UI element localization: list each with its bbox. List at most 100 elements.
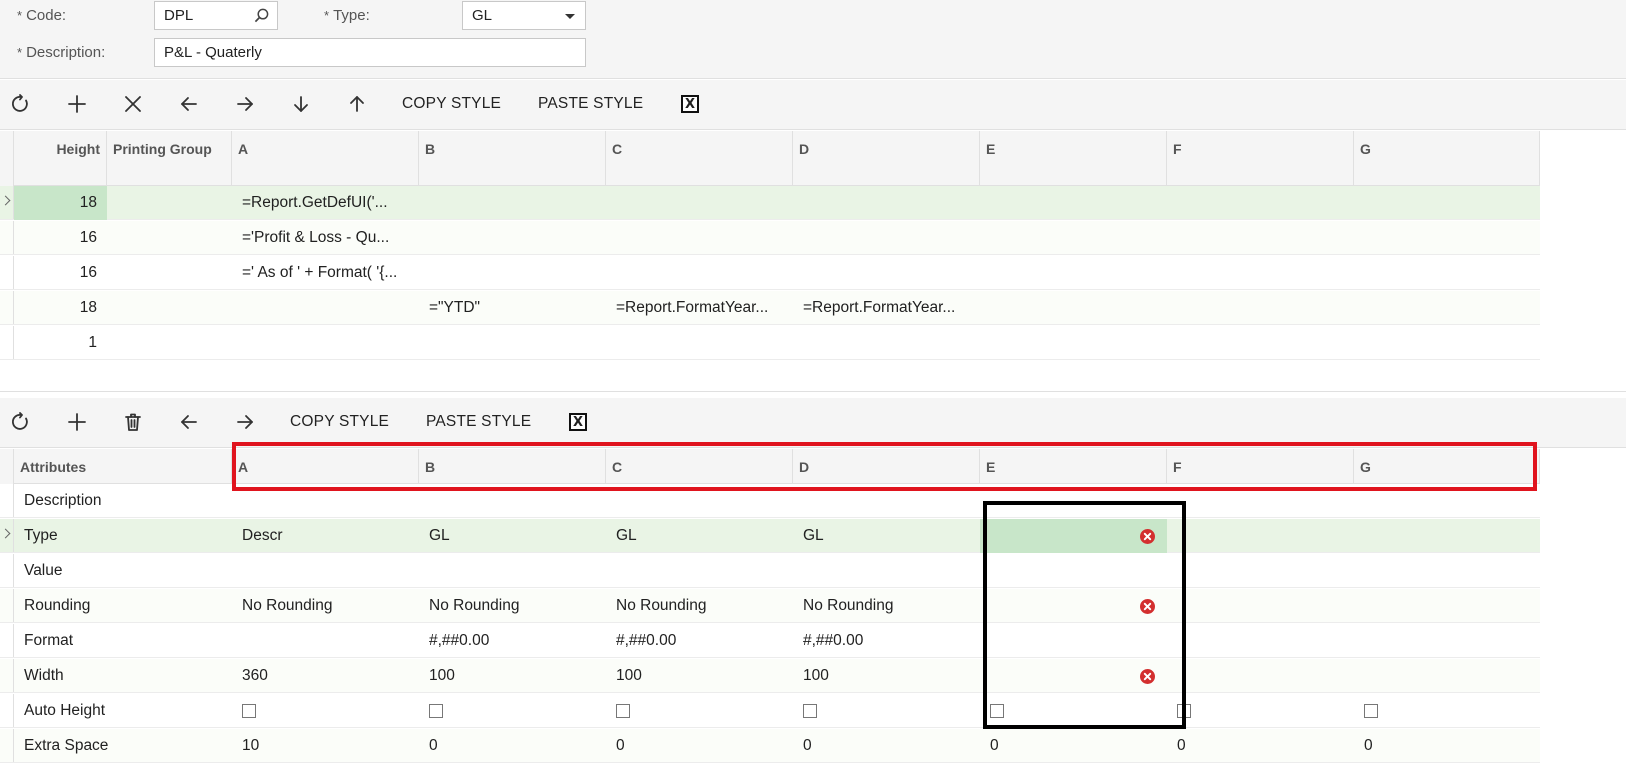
refresh-button[interactable] <box>9 92 33 116</box>
column-header-c[interactable]: C <box>606 131 793 185</box>
printing-group-cell[interactable] <box>107 186 232 220</box>
cell-a[interactable]: =Report.GetDefUI('... <box>232 186 419 220</box>
copy-style-button[interactable]: COPY STYLE <box>290 413 389 431</box>
table-row[interactable]: 18 ="YTD" =Report.FormatYear... =Report.… <box>0 291 1540 325</box>
auto-height-checkbox-c[interactable] <box>616 704 630 718</box>
error-icon[interactable] <box>1140 529 1155 544</box>
column-header-d[interactable]: D <box>793 449 980 483</box>
row-selector[interactable] <box>0 186 14 219</box>
error-icon[interactable] <box>1140 599 1155 614</box>
cell-d[interactable] <box>793 484 980 518</box>
cell-b[interactable]: 0 <box>419 729 606 763</box>
cell-a[interactable]: 360 <box>232 659 419 693</box>
printing-group-cell[interactable] <box>107 256 232 290</box>
column-header-printing-group[interactable]: Printing Group <box>107 131 232 185</box>
cell-a[interactable]: Descr <box>232 519 419 553</box>
table-row[interactable]: Format #,##0.00 #,##0.00 #,##0.00 <box>0 624 1540 658</box>
table-row[interactable]: Value <box>0 554 1540 588</box>
auto-height-checkbox-b[interactable] <box>429 704 443 718</box>
cell-e[interactable] <box>980 484 1167 518</box>
cell-a[interactable] <box>232 624 419 658</box>
delete-row-button[interactable] <box>121 92 145 116</box>
cell-a[interactable]: 10 <box>232 729 419 763</box>
cell-b[interactable]: No Rounding <box>419 589 606 623</box>
refresh-button[interactable] <box>9 410 33 434</box>
cell-c[interactable]: #,##0.00 <box>606 624 793 658</box>
cell-d[interactable]: =Report.FormatYear... <box>793 291 980 325</box>
delete-column-button[interactable] <box>121 410 145 434</box>
column-header-e[interactable]: E <box>980 449 1167 483</box>
cell-e[interactable]: 0 <box>980 729 1167 763</box>
export-excel-icon[interactable]: X <box>569 413 587 431</box>
printing-group-cell[interactable] <box>107 326 232 360</box>
column-header-height[interactable]: Height <box>14 131 107 185</box>
cell-c[interactable] <box>606 484 793 518</box>
copy-style-button[interactable]: COPY STYLE <box>402 95 501 113</box>
cell-b[interactable] <box>419 554 606 588</box>
cell-b[interactable] <box>419 221 606 255</box>
column-header-g[interactable]: G <box>1354 449 1540 483</box>
cell-c[interactable] <box>606 256 793 290</box>
column-header-attributes[interactable]: Attributes <box>14 449 232 483</box>
cell-c[interactable]: GL <box>606 519 793 553</box>
row-selector[interactable] <box>0 694 14 727</box>
table-row[interactable]: Auto Height <box>0 694 1540 728</box>
table-row[interactable]: 18 =Report.GetDefUI('... <box>0 186 1540 220</box>
row-selector[interactable] <box>0 659 14 692</box>
row-selector[interactable] <box>0 221 14 254</box>
cell-d[interactable]: #,##0.00 <box>793 624 980 658</box>
column-header-c[interactable]: C <box>606 449 793 483</box>
cell-d[interactable] <box>793 256 980 290</box>
row-selector[interactable] <box>0 256 14 289</box>
column-header-a[interactable]: A <box>232 131 419 185</box>
cell-f[interactable]: 0 <box>1167 729 1354 763</box>
cell-c[interactable]: 100 <box>606 659 793 693</box>
move-down-button[interactable] <box>289 92 313 116</box>
column-header-g[interactable]: G <box>1354 131 1540 185</box>
table-row[interactable]: 1 <box>0 326 1540 360</box>
paste-style-button[interactable]: PASTE STYLE <box>426 413 531 431</box>
height-cell[interactable]: 1 <box>14 326 107 360</box>
cell-d[interactable]: 0 <box>793 729 980 763</box>
move-up-button[interactable] <box>345 92 369 116</box>
column-header-f[interactable]: F <box>1167 131 1354 185</box>
column-header-f[interactable]: F <box>1167 449 1354 483</box>
cell-b[interactable] <box>419 186 606 220</box>
height-cell[interactable]: 18 <box>14 186 107 220</box>
add-column-button[interactable] <box>65 410 89 434</box>
cell-b[interactable] <box>419 326 606 360</box>
table-row[interactable]: Rounding No Rounding No Rounding No Roun… <box>0 589 1540 623</box>
add-row-button[interactable] <box>65 92 89 116</box>
auto-height-checkbox-e[interactable] <box>990 704 1004 718</box>
auto-height-checkbox-d[interactable] <box>803 704 817 718</box>
type-select[interactable]: GL <box>462 1 586 30</box>
move-right-button[interactable] <box>233 410 257 434</box>
column-header-d[interactable]: D <box>793 131 980 185</box>
cell-d[interactable] <box>793 326 980 360</box>
cell-a[interactable]: No Rounding <box>232 589 419 623</box>
cell-c[interactable] <box>606 186 793 220</box>
cell-b[interactable]: #,##0.00 <box>419 624 606 658</box>
cell-c[interactable] <box>606 221 793 255</box>
cell-b[interactable]: 100 <box>419 659 606 693</box>
cell-b[interactable] <box>419 484 606 518</box>
table-row[interactable]: Width 360 100 100 100 <box>0 659 1540 693</box>
description-field[interactable]: P&L - Quaterly <box>154 38 586 67</box>
table-row[interactable]: 16 ='Profit & Loss - Qu... <box>0 221 1540 255</box>
move-right-button[interactable] <box>233 92 257 116</box>
row-selector[interactable] <box>0 624 14 657</box>
cell-c[interactable] <box>606 554 793 588</box>
cell-a[interactable]: =' As of ' + Format( '{... <box>232 256 419 290</box>
cell-c[interactable]: No Rounding <box>606 589 793 623</box>
table-row[interactable]: Type Descr GL GL GL <box>0 519 1540 553</box>
move-left-button[interactable] <box>177 410 201 434</box>
column-header-b[interactable]: B <box>419 449 606 483</box>
cell-b[interactable]: ="YTD" <box>419 291 606 325</box>
cell-c[interactable] <box>606 326 793 360</box>
row-selector[interactable] <box>0 326 14 359</box>
search-icon[interactable] <box>254 8 269 27</box>
height-cell[interactable]: 18 <box>14 291 107 325</box>
printing-group-cell[interactable] <box>107 291 232 325</box>
cell-g[interactable]: 0 <box>1354 729 1540 763</box>
code-field[interactable]: DPL <box>154 1 278 30</box>
